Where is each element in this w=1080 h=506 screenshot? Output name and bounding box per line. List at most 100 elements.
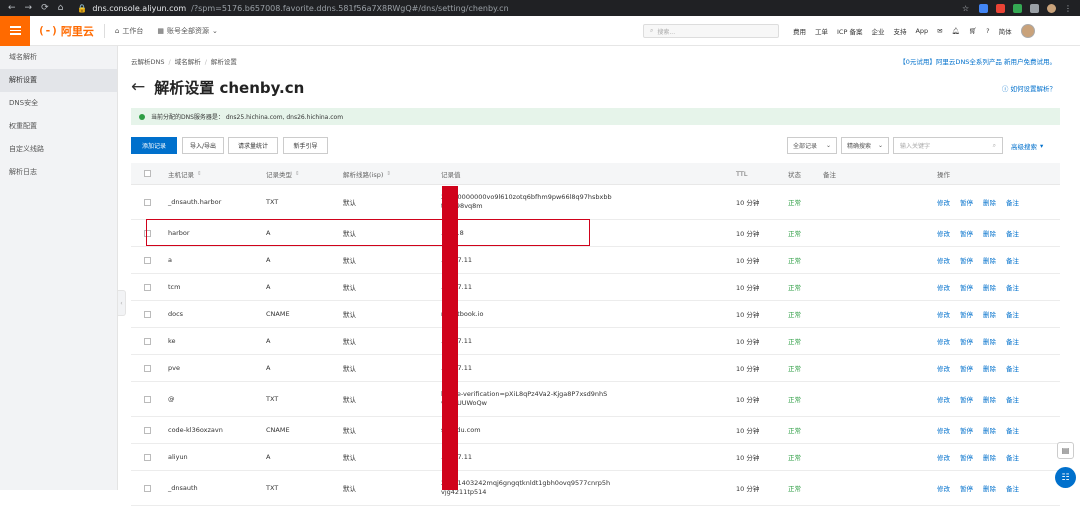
cart-icon[interactable]: 🛒︎ [969,27,977,35]
delete-button[interactable]: 删除 [983,197,996,207]
remark-button[interactable]: 备注 [1006,336,1019,346]
help-link[interactable]: ⓘ 如何设置解析？ [1002,83,1056,93]
delete-button[interactable]: 删除 [983,228,996,238]
row-checkbox[interactable] [144,310,151,318]
help-icon[interactable]: ? [986,27,989,35]
topnav-link[interactable]: 费用 [793,26,806,36]
pause-button[interactable]: 暂停 [960,336,973,346]
add-record-button[interactable]: 添加记录 [131,137,177,154]
pause-button[interactable]: 暂停 [960,228,973,238]
breadcrumb-item[interactable]: 云解析DNS [131,58,165,66]
back-arrow-icon[interactable]: ← [8,3,16,13]
remark-button[interactable]: 备注 [1006,483,1019,493]
keyword-input[interactable]: 输入关键字 ⌕ [893,137,1003,154]
row-checkbox[interactable] [144,395,151,403]
header-host[interactable]: 主机记录 ⇕ [168,163,202,184]
support-chat-icon[interactable]: ☷ [1055,467,1076,488]
modify-button[interactable]: 修改 [937,197,950,207]
delete-button[interactable]: 删除 [983,394,996,404]
more-icon[interactable]: ⋮ [1064,4,1072,13]
search-input[interactable]: ⌕ 搜索... [643,24,779,38]
back-arrow-icon[interactable]: ← [131,79,145,96]
import-export-button[interactable]: 导入/导出 [182,137,224,154]
sidebar-item-domain-resolution[interactable]: 域名解析 [0,46,117,69]
star-icon[interactable]: ☆ [962,4,971,13]
modify-button[interactable]: 修改 [937,228,950,238]
account-scope-dropdown[interactable]: ▦ 账号全部资源 ⌄ [157,26,218,36]
forward-arrow-icon[interactable]: → [25,3,33,13]
pause-button[interactable]: 暂停 [960,197,973,207]
row-checkbox[interactable] [144,453,151,461]
topnav-link[interactable]: App [915,27,928,35]
remark-button[interactable]: 备注 [1006,394,1019,404]
remark-button[interactable]: 备注 [1006,255,1019,265]
remark-button[interactable]: 备注 [1006,309,1019,319]
language-switch[interactable]: 简体 [999,26,1012,36]
topnav-link[interactable]: 企业 [871,26,884,36]
row-checkbox[interactable] [144,426,151,434]
row-checkbox[interactable] [144,198,151,206]
topnav-link[interactable]: 支持 [893,26,906,36]
sidebar-item-resolution-logs[interactable]: 解析日志 [0,161,117,184]
remark-button[interactable]: 备注 [1006,228,1019,238]
record-filter-select[interactable]: 全部记录 ⌄ [787,137,837,154]
reload-icon[interactable]: ⟳ [41,3,49,13]
header-type[interactable]: 记录类型 ⇕ [266,163,300,184]
bell-icon[interactable]: 🔔︎ [952,27,960,35]
row-checkbox[interactable] [144,364,151,372]
breadcrumb-item[interactable]: 域名解析 [175,58,201,66]
avatar[interactable] [1020,24,1035,38]
hamburger-menu-icon[interactable] [0,15,30,46]
pause-button[interactable]: 暂停 [960,282,973,292]
select-all-checkbox[interactable] [144,170,151,177]
delete-button[interactable]: 删除 [983,309,996,319]
remark-button[interactable]: 备注 [1006,425,1019,435]
extension-icon[interactable] [979,3,988,13]
puzzle-icon[interactable] [1030,3,1039,13]
delete-button[interactable]: 删除 [983,282,996,292]
sidebar-item-dns-security[interactable]: DNS安全 [0,92,117,115]
pause-button[interactable]: 暂停 [960,483,973,493]
feedback-icon[interactable]: ▤ [1057,442,1074,459]
pause-button[interactable]: 暂停 [960,394,973,404]
message-icon[interactable]: ✉ [937,27,942,35]
sidebar-item-resolution-settings[interactable]: 解析设置 [0,69,117,92]
modify-button[interactable]: 修改 [937,483,950,493]
workbench-link[interactable]: ⌂ 工作台 [115,26,143,36]
search-mode-select[interactable]: 精确搜索 ⌄ [841,137,889,154]
delete-button[interactable]: 删除 [983,255,996,265]
home-icon[interactable]: ⌂ [58,3,64,13]
advanced-search-link[interactable]: 高级搜索 ▾ [1011,137,1043,154]
modify-button[interactable]: 修改 [937,425,950,435]
delete-button[interactable]: 删除 [983,363,996,373]
address-bar[interactable]: 🔒 dns.console.aliyun.com /?spm=5176.b6570… [77,4,508,13]
modify-button[interactable]: 修改 [937,363,950,373]
pause-button[interactable]: 暂停 [960,452,973,462]
modify-button[interactable]: 修改 [937,255,950,265]
row-checkbox[interactable] [144,484,151,492]
pause-button[interactable]: 暂停 [960,363,973,373]
delete-button[interactable]: 删除 [983,483,996,493]
row-checkbox[interactable] [144,283,151,291]
remark-button[interactable]: 备注 [1006,197,1019,207]
modify-button[interactable]: 修改 [937,394,950,404]
aliyun-logo[interactable]: (-) 阿里云 [38,23,94,39]
pause-button[interactable]: 暂停 [960,309,973,319]
guide-button[interactable]: 新手引导 [283,137,328,154]
remark-button[interactable]: 备注 [1006,282,1019,292]
remark-button[interactable]: 备注 [1006,363,1019,373]
topnav-link[interactable]: 工单 [815,26,828,36]
modify-button[interactable]: 修改 [937,452,950,462]
row-checkbox[interactable] [144,256,151,264]
topnav-link[interactable]: ICP 备案 [837,26,862,36]
promo-link[interactable]: 【0元试用】阿里云DNS全系列产品 新用户免费试用。 [899,56,1056,66]
row-checkbox[interactable] [144,337,151,345]
modify-button[interactable]: 修改 [937,336,950,346]
sidebar-item-custom-lines[interactable]: 自定义线路 [0,138,117,161]
delete-button[interactable]: 删除 [983,336,996,346]
request-stats-button[interactable]: 请求量统计 [228,137,278,154]
sidebar-item-weight-config[interactable]: 权重配置 [0,115,117,138]
pause-button[interactable]: 暂停 [960,425,973,435]
remark-button[interactable]: 备注 [1006,452,1019,462]
pause-button[interactable]: 暂停 [960,255,973,265]
